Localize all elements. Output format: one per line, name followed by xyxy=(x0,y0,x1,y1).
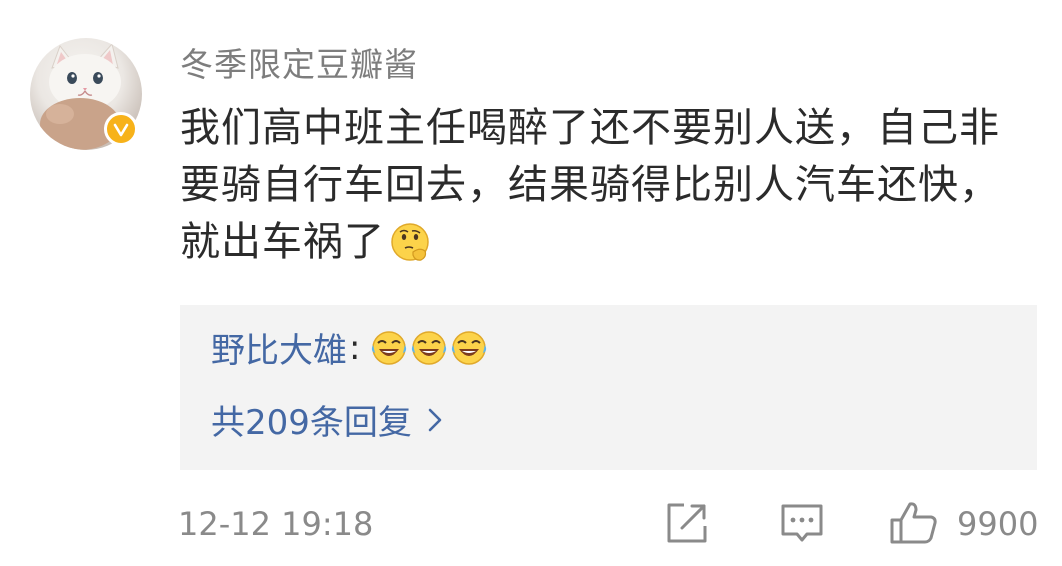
reply-separator: : xyxy=(349,327,361,368)
chevron-right-icon xyxy=(428,408,442,431)
reply-preview[interactable]: 野比大雄 : 共209条回复 xyxy=(180,305,1037,470)
laugh-cry-emoji-icon xyxy=(372,330,407,365)
comment-icon[interactable] xyxy=(779,500,825,546)
username[interactable]: 冬季限定豆瓣酱 xyxy=(180,38,418,86)
timestamp: 12-12 19:18 xyxy=(178,505,374,543)
comment-body: 我们高中班主任喝醉了还不要别人送，自己非要骑自行车回去，结果骑得比别人汽车还快，… xyxy=(180,100,1040,271)
verified-badge xyxy=(104,112,138,146)
more-replies-label: 共209条回复 xyxy=(211,403,412,443)
thinking-emoji-icon xyxy=(391,223,429,261)
more-replies-link[interactable]: 共209条回复 xyxy=(211,395,442,444)
share-icon[interactable] xyxy=(664,500,710,546)
reply-line: 野比大雄 : xyxy=(211,323,490,372)
reply-author[interactable]: 野比大雄 xyxy=(211,323,347,372)
laugh-cry-emoji-icon xyxy=(412,330,447,365)
laugh-cry-emoji-icon xyxy=(452,330,487,365)
avatar-caption: 放过 xyxy=(108,146,138,150)
like-count: 9900 xyxy=(957,505,1039,543)
verified-v-icon xyxy=(113,123,129,137)
comment-card: 放过 冬季限定豆瓣酱 我们高中班主任喝醉了还不要别人送，自己非要骑自行车回去，结… xyxy=(0,0,1062,566)
like-icon[interactable] xyxy=(888,500,940,546)
comment-text: 我们高中班主任喝醉了还不要别人送，自己非要骑自行车回去，结果骑得比别人汽车还快，… xyxy=(180,105,1000,265)
